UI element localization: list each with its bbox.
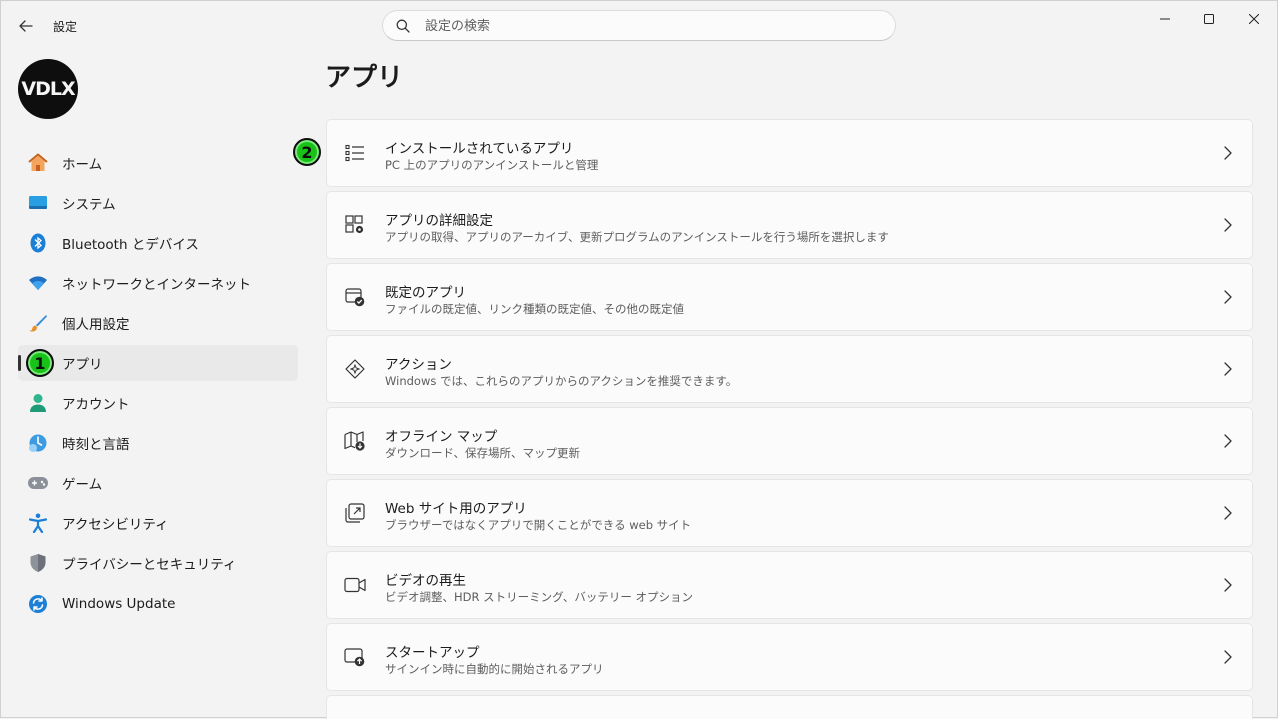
sidebar-item-network[interactable]: ネットワークとインターネット (18, 265, 298, 301)
card-subtitle: ダウンロード、保存場所、マップ更新 (385, 446, 581, 460)
back-button[interactable] (13, 13, 39, 39)
settings-window: 設定 VDLX ホーム システム (0, 0, 1278, 719)
card-advanced-app-settings[interactable]: アプリの詳細設定 アプリの取得、アプリのアーカイブ、更新プログラムのアンインスト… (326, 191, 1253, 259)
avatar-text: VDLX (21, 78, 75, 100)
card-apps-for-websites[interactable]: Web サイト用のアプリ ブラウザーではなくアプリで開くことができる web サ… (326, 479, 1253, 547)
accessibility-icon (27, 512, 49, 534)
sidebar-item-privacy-security[interactable]: プライバシーとセキュリティ (18, 545, 298, 581)
chevron-right-icon (1224, 650, 1232, 664)
app-title: 設定 (53, 20, 78, 34)
search-box[interactable] (382, 10, 896, 41)
sidebar-item-home[interactable]: ホーム (18, 145, 298, 181)
sidebar-item-label: ゲーム (62, 477, 103, 493)
video-icon (344, 574, 366, 596)
card-video-playback[interactable]: ビデオの再生 ビデオ調整、HDR ストリーミング、バッテリー オプション (326, 551, 1253, 619)
sidebar-item-label: アカウント (62, 397, 130, 413)
account-icon (27, 392, 49, 414)
card-title: インストールされているアプリ (385, 141, 574, 157)
shield-icon (27, 552, 49, 574)
card-startup[interactable]: スタートアップ サインイン時に自動的に開始されるアプリ (326, 623, 1253, 691)
card-subtitle: ファイルの既定値、リンク種類の既定値、その他の既定値 (385, 302, 684, 316)
card-subtitle: ブラウザーではなくアプリで開くことができる web サイト (385, 518, 692, 532)
chevron-right-icon (1224, 362, 1232, 376)
sidebar-item-apps[interactable]: アプリ (18, 345, 298, 381)
list-icon (344, 142, 366, 164)
sidebar-item-gaming[interactable]: ゲーム (18, 465, 298, 501)
sidebar-item-label: Bluetooth とデバイス (62, 237, 199, 253)
maximize-button[interactable] (1187, 5, 1231, 33)
avatar[interactable]: VDLX (18, 59, 78, 119)
sidebar-item-label: 時刻と言語 (62, 437, 130, 453)
sidebar-item-personalization[interactable]: 個人用設定 (18, 305, 298, 341)
card-subtitle: ビデオ調整、HDR ストリーミング、バッテリー オプション (385, 590, 693, 604)
annotation-badge-1: 1 (26, 349, 54, 377)
chevron-right-icon (1224, 434, 1232, 448)
sidebar-item-windows-update[interactable]: Windows Update (18, 586, 298, 622)
update-icon (27, 593, 49, 615)
app-settings-icon (344, 214, 366, 236)
offline-map-icon (344, 430, 366, 452)
card-subtitle: アプリの取得、アプリのアーカイブ、更新プログラムのアンインストールを行う場所を選… (385, 230, 889, 244)
wifi-icon (27, 272, 49, 294)
minimize-icon (1160, 18, 1170, 20)
card-actions[interactable]: アクション Windows では、これらのアプリからのアクションを推奨できます。 (326, 335, 1253, 403)
maximize-icon (1204, 14, 1214, 24)
card-subtitle: Windows では、これらのアプリからのアクションを推奨できます。 (385, 374, 738, 388)
close-icon (1249, 14, 1259, 24)
close-button[interactable] (1232, 5, 1276, 33)
sidebar-item-label: アクセシビリティ (62, 517, 169, 533)
card-partial[interactable] (326, 695, 1253, 719)
chevron-right-icon (1224, 506, 1232, 520)
sidebar-item-label: Windows Update (62, 596, 176, 612)
card-offline-maps[interactable]: オフライン マップ ダウンロード、保存場所、マップ更新 (326, 407, 1253, 475)
default-apps-icon (344, 286, 366, 308)
page-title: アプリ (325, 63, 404, 93)
brush-icon (27, 312, 49, 334)
sidebar-item-time-language[interactable]: 時刻と言語 (18, 425, 298, 461)
card-title: Web サイト用のアプリ (385, 501, 527, 517)
sidebar-item-label: システム (62, 197, 116, 213)
sidebar-item-accounts[interactable]: アカウント (18, 385, 298, 421)
card-title: アクション (385, 357, 452, 373)
sidebar-item-label: プライバシーとセキュリティ (62, 557, 237, 573)
sidebar-item-accessibility[interactable]: アクセシビリティ (18, 505, 298, 541)
arrow-left-icon (19, 20, 33, 32)
active-indicator (18, 355, 21, 371)
card-title: オフライン マップ (385, 429, 498, 445)
open-external-icon (344, 502, 366, 524)
sidebar-item-bluetooth[interactable]: Bluetooth とデバイス (18, 225, 298, 261)
card-installed-apps[interactable]: インストールされているアプリ PC 上のアプリのアンインストールと管理 (326, 119, 1253, 187)
minimize-button[interactable] (1143, 5, 1187, 33)
time-language-icon (27, 432, 49, 454)
card-title: ビデオの再生 (385, 573, 466, 589)
startup-icon (344, 646, 366, 668)
actions-icon (344, 358, 366, 380)
card-title: スタートアップ (385, 645, 480, 661)
sidebar-item-label: ネットワークとインターネット (62, 277, 251, 293)
annotation-badge-2: 2 (293, 138, 321, 166)
card-default-apps[interactable]: 既定のアプリ ファイルの既定値、リンク種類の既定値、その他の既定値 (326, 263, 1253, 331)
card-title: アプリの詳細設定 (385, 213, 493, 229)
gamepad-icon (27, 472, 49, 494)
chevron-right-icon (1224, 578, 1232, 592)
sidebar-item-label: アプリ (62, 357, 103, 373)
card-subtitle: サインイン時に自動的に開始されるアプリ (385, 662, 604, 676)
chevron-right-icon (1224, 218, 1232, 232)
chevron-right-icon (1224, 290, 1232, 304)
card-subtitle: PC 上のアプリのアンインストールと管理 (385, 158, 599, 172)
sidebar-item-label: ホーム (62, 157, 103, 173)
card-title: 既定のアプリ (385, 285, 466, 301)
sidebar-item-label: 個人用設定 (62, 317, 130, 333)
home-icon (27, 152, 49, 174)
system-icon (27, 192, 49, 214)
bluetooth-icon (27, 232, 49, 254)
search-icon (396, 19, 410, 33)
sidebar-item-system[interactable]: システム (18, 185, 298, 221)
chevron-right-icon (1224, 146, 1232, 160)
search-input[interactable] (423, 15, 887, 38)
